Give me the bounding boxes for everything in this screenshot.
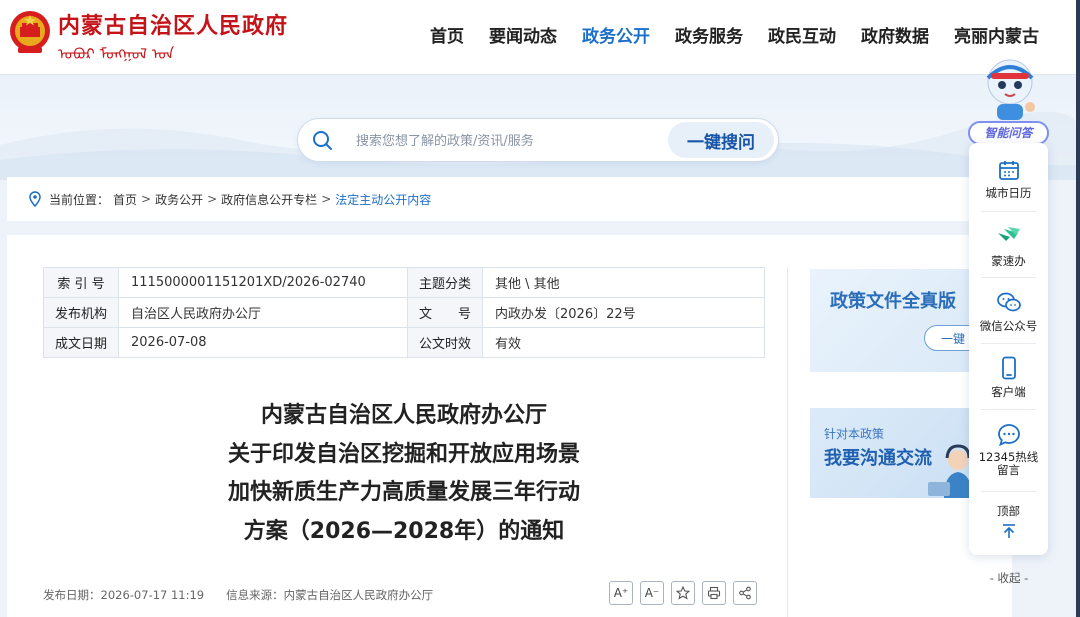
search-button[interactable]: 一键搜问 — [668, 122, 774, 158]
chat-icon — [997, 424, 1020, 447]
panel-separator — [981, 343, 1036, 344]
hotline-12345-item[interactable]: 12345热线留言 — [969, 423, 1048, 477]
print-button[interactable] — [702, 581, 726, 605]
meta-docno-value: 内政办发〔2026〕22号 — [482, 297, 765, 328]
smart-qa-label[interactable]: 智能问答 — [968, 121, 1049, 145]
meta-topic-value: 其他 \ 其他 — [482, 267, 765, 298]
arrow-up-icon — [1002, 524, 1015, 538]
meta-date-label: 成文日期 — [43, 327, 119, 358]
panel-separator — [981, 491, 1036, 492]
wechat-label: 微信公众号 — [979, 319, 1038, 333]
document-title-line: 关于印发自治区挖掘和开放应用场景 — [227, 441, 580, 467]
mengsuban-icon — [997, 227, 1020, 241]
document-title-line: 加快新质生产力高质量发展三年行动 — [227, 480, 580, 505]
client-app-label: 客户端 — [991, 385, 1026, 399]
breadcrumb-home[interactable]: 首页 — [113, 191, 137, 208]
nav-item-news[interactable]: 要闻动态 — [489, 22, 557, 48]
back-to-top-label: 顶部 — [997, 504, 1020, 518]
search-banner: 一键搜问 — [0, 75, 1080, 180]
site-header: 内蒙古自治区人民政府 ᠣᠪᠦᠷ ᠮᠣᠩᠭᠣᠯ ᠤᠨ 首页 要闻动态 政务公开 政… — [0, 0, 1080, 75]
promo2-title: 我要沟通交流 — [824, 448, 932, 469]
meta-org-value: 自治区人民政府办公厅 — [118, 297, 408, 328]
location-pin-icon — [29, 191, 41, 207]
site-title[interactable]: 内蒙古自治区人民政府 — [58, 8, 288, 40]
font-smaller-button[interactable]: A⁻ — [640, 581, 664, 605]
panel-separator — [981, 277, 1036, 278]
site-subtitle-mongolian: ᠣᠪᠦᠷ ᠮᠣᠩᠭᠣᠯ ᠤᠨ — [58, 45, 175, 63]
star-icon — [676, 586, 690, 600]
main-nav: 首页 要闻动态 政务公开 政务服务 政民互动 政府数据 亮丽内蒙古 — [430, 22, 1064, 48]
column-divider — [787, 267, 788, 617]
back-to-top-button[interactable]: 顶部 — [969, 503, 1048, 543]
wechat-item[interactable]: 微信公众号 — [969, 290, 1048, 334]
search-input[interactable] — [354, 129, 658, 153]
client-app-item[interactable]: 客户端 — [969, 356, 1048, 400]
mengsuban-label: 蒙速办 — [991, 254, 1026, 268]
printer-icon — [707, 586, 721, 600]
breadcrumb-prefix: 当前位置： — [49, 192, 110, 207]
meta-valid-value: 有效 — [482, 327, 765, 358]
search-box: 一键搜问 — [297, 118, 779, 162]
share-icon — [739, 586, 751, 600]
wechat-icon — [996, 292, 1021, 312]
panel-separator — [981, 211, 1036, 212]
breadcrumb-gov-open[interactable]: 政务公开 — [155, 191, 203, 208]
promo1-title: 政策文件全真版 — [830, 291, 956, 312]
city-calendar-label: 城市日历 — [985, 186, 1032, 200]
favorite-button[interactable] — [671, 581, 695, 605]
national-emblem-icon — [10, 11, 50, 53]
nav-item-gov-service[interactable]: 政务服务 — [675, 22, 743, 48]
collapse-panel-button[interactable]: - 收起 - — [975, 570, 1043, 586]
nav-item-gov-open[interactable]: 政务公开 — [582, 22, 650, 48]
info-source: 信息来源：内蒙古自治区人民政府办公厅 — [226, 588, 434, 602]
document-meta-table: 索 引 号 1115000001151201XD/2026-02740 主题分类… — [43, 267, 765, 358]
nav-item-inner-mongolia[interactable]: 亮丽内蒙古 — [954, 22, 1039, 48]
meta-topic-label: 主题分类 — [407, 267, 483, 298]
phone-icon — [1001, 356, 1016, 380]
calendar-icon — [998, 161, 1019, 180]
nav-item-gov-data[interactable]: 政府数据 — [861, 22, 929, 48]
breadcrumb-separator: > — [207, 192, 218, 206]
breadcrumb-info-column[interactable]: 政府信息公开专栏 — [221, 191, 317, 208]
search-icon[interactable] — [310, 128, 334, 152]
hotline-12345-label: 12345热线留言 — [978, 450, 1039, 477]
breadcrumb-separator: > — [321, 192, 332, 206]
meta-valid-label: 公文时效 — [407, 327, 483, 358]
panel-separator — [981, 409, 1036, 410]
breadcrumb-current[interactable]: 法定主动公开内容 — [335, 191, 431, 208]
meta-date-value: 2026-07-08 — [118, 327, 408, 358]
document-title: 内蒙古自治区人民政府办公厅 关于印发自治区挖掘和开放应用场景 加快新质生产力高质… — [43, 397, 765, 551]
breadcrumb: 当前位置： 首页 > 政务公开 > 政府信息公开专栏 > 法定主动公开内容 — [7, 177, 1012, 221]
nav-item-interaction[interactable]: 政民互动 — [768, 22, 836, 48]
promo2-subtitle: 针对本政策 — [824, 427, 885, 441]
share-button[interactable] — [733, 581, 757, 605]
document-title-line: 方案（2026—2028年）的通知 — [243, 518, 565, 544]
floating-service-panel: 城市日历 蒙速办 微信公众号 客户端 12345热线留言 顶部 — [969, 143, 1048, 555]
meta-index-label: 索 引 号 — [43, 267, 119, 298]
ai-assistant-mascot-icon[interactable] — [975, 52, 1045, 124]
page-scrollbar[interactable] — [1076, 0, 1080, 617]
document-publish-info: 发布日期：2026-07-17 11:19 信息来源：内蒙古自治区人民政府办公厅 — [43, 587, 455, 603]
font-larger-button[interactable]: A⁺ — [609, 581, 633, 605]
meta-org-label: 发布机构 — [43, 297, 119, 328]
meta-docno-label: 文 号 — [407, 297, 483, 328]
document-title-line: 内蒙古自治区人民政府办公厅 — [260, 403, 547, 428]
city-calendar-item[interactable]: 城市日历 — [969, 159, 1048, 201]
nav-item-home[interactable]: 首页 — [430, 22, 464, 48]
publish-date: 发布日期：2026-07-17 11:19 — [43, 588, 205, 602]
breadcrumb-separator: > — [141, 192, 152, 206]
main-content: 索 引 号 1115000001151201XD/2026-02740 主题分类… — [7, 235, 1012, 617]
mengsuban-item[interactable]: 蒙速办 — [969, 225, 1048, 269]
meta-index-value: 1115000001151201XD/2026-02740 — [118, 267, 408, 298]
article-toolbar: A⁺ A⁻ — [609, 581, 764, 605]
